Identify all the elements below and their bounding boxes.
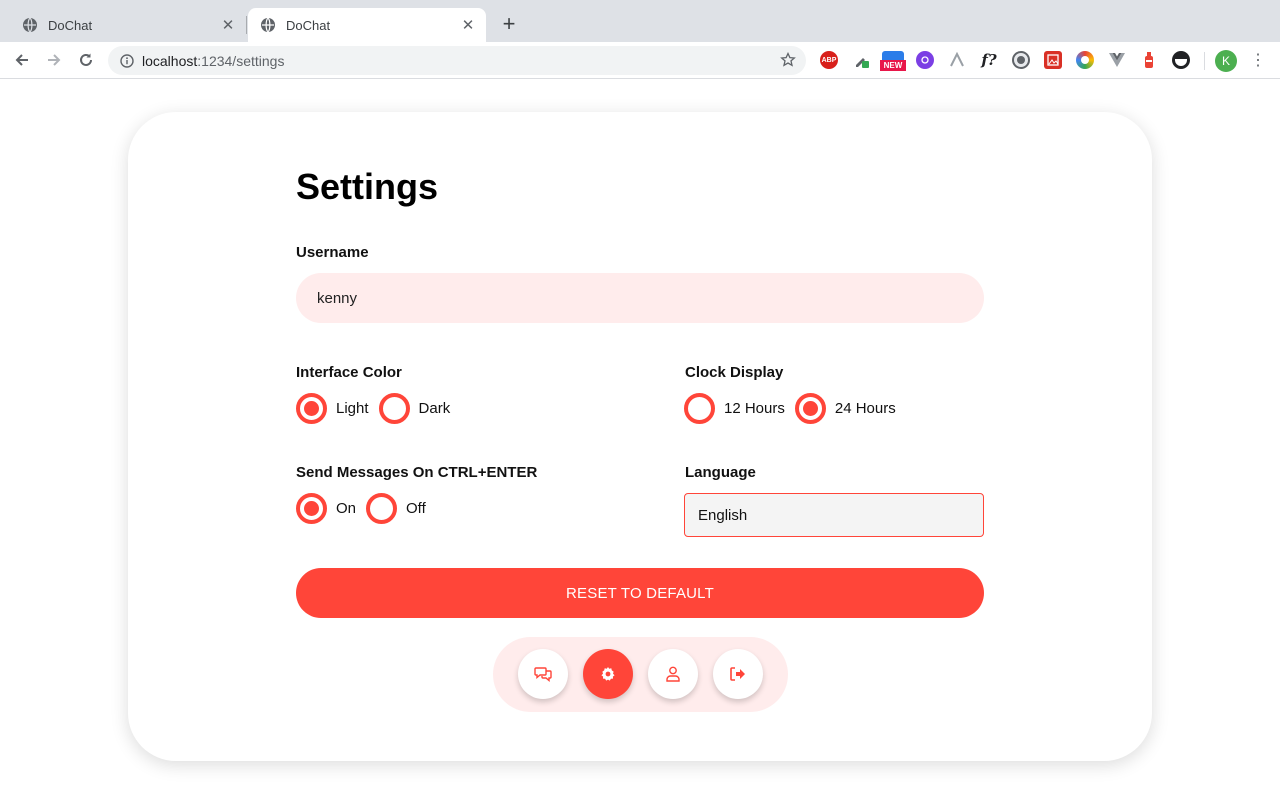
radio-label-dark: Dark [418,399,451,417]
clock-display-group: 12 Hours 24 Hours [684,392,906,424]
tab-separator [246,16,247,34]
logout-icon [730,667,745,681]
new-badge: NEW [880,60,906,71]
radio-selected-dot [802,400,818,416]
picture-extension-icon[interactable] [1044,51,1062,69]
info-icon[interactable] [120,53,134,68]
url-text: localhost:1234/settings [142,52,285,69]
address-bar[interactable]: localhost:1234/settings [108,46,806,75]
back-button[interactable] [10,49,34,71]
browser-toolbar: localhost:1234/settings ABP NEW f? K ⋮ [0,42,1280,79]
shop-extension-icon[interactable]: NEW [880,51,906,71]
reload-icon [80,53,92,66]
arrow-right-icon [48,54,61,66]
profile-avatar[interactable]: K [1215,50,1237,72]
nav-chat-button[interactable] [518,649,568,699]
send-on-ctrl-enter-group: On Off [296,492,436,524]
radio-24-hours[interactable] [794,392,826,424]
nav-settings-button[interactable] [583,649,633,699]
globe-icon [22,17,38,33]
adblock-extension-icon[interactable]: ABP [820,51,838,69]
vue-extension-icon[interactable] [1108,51,1126,69]
gear-icon [601,667,615,681]
radio-selected-dot [304,500,319,516]
user-icon [666,666,680,682]
radio-label-on: On [336,499,357,517]
nav-logout-button[interactable] [713,649,763,699]
reload-button[interactable] [74,49,98,71]
clock-display-label: Clock Display [685,364,784,381]
close-icon[interactable]: ✕ [458,15,478,35]
chat-icon [534,667,552,682]
language-select[interactable]: English [684,493,984,537]
radio-label-24-hours: 24 Hours [834,399,896,417]
toolbar-divider [1204,52,1205,70]
forward-button[interactable] [42,49,66,71]
radio-off[interactable] [366,492,398,524]
arrow-left-icon [15,54,28,66]
font-finder-extension-icon[interactable]: f? [980,51,998,69]
moon-extension-icon[interactable] [1012,51,1030,69]
interface-color-group: Light Dark [296,392,460,424]
language-label: Language [685,464,756,481]
a-extension-icon[interactable] [948,51,966,69]
tab-title: DoChat [48,17,93,33]
radio-on[interactable] [296,492,327,524]
globe-icon [260,17,276,33]
radio-dark[interactable] [378,392,410,424]
username-input[interactable] [296,273,984,323]
radio-selected-dot [304,400,319,416]
reset-to-default-button[interactable]: RESET TO DEFAULT [296,568,984,618]
color-wheel-extension-icon[interactable] [1076,51,1094,69]
bottle-extension-icon[interactable] [1140,51,1158,69]
send-on-ctrl-enter-label: Send Messages On CTRL+ENTER [296,464,538,481]
cat-extension-icon[interactable] [1172,51,1190,69]
page-title: Settings [296,166,439,207]
purple-extension-icon[interactable] [916,51,934,69]
radio-light[interactable] [296,392,327,424]
eyedropper-extension-icon[interactable] [852,51,870,69]
nav-profile-button[interactable] [648,649,698,699]
close-icon[interactable]: ✕ [218,15,238,35]
bag-icon [882,51,904,60]
star-icon[interactable] [780,52,796,68]
more-menu-icon[interactable]: ⋮ [1250,51,1266,71]
new-tab-button[interactable]: + [498,13,520,35]
browser-tab-active[interactable]: DoChat ✕ [248,8,486,42]
radio-label-12-hours: 12 Hours [724,399,785,417]
language-selected-value: English [698,506,748,524]
radio-12-hours[interactable] [684,392,715,424]
radio-label-light: Light [336,399,369,417]
browser-tab[interactable]: DoChat ✕ [10,8,246,42]
radio-label-off: Off [406,499,426,517]
username-label: Username [296,244,369,261]
tab-title: DoChat [286,17,331,33]
interface-color-label: Interface Color [296,364,402,381]
bottom-nav [493,637,788,712]
browser-tab-bar: DoChat ✕ DoChat ✕ + [0,0,1280,42]
